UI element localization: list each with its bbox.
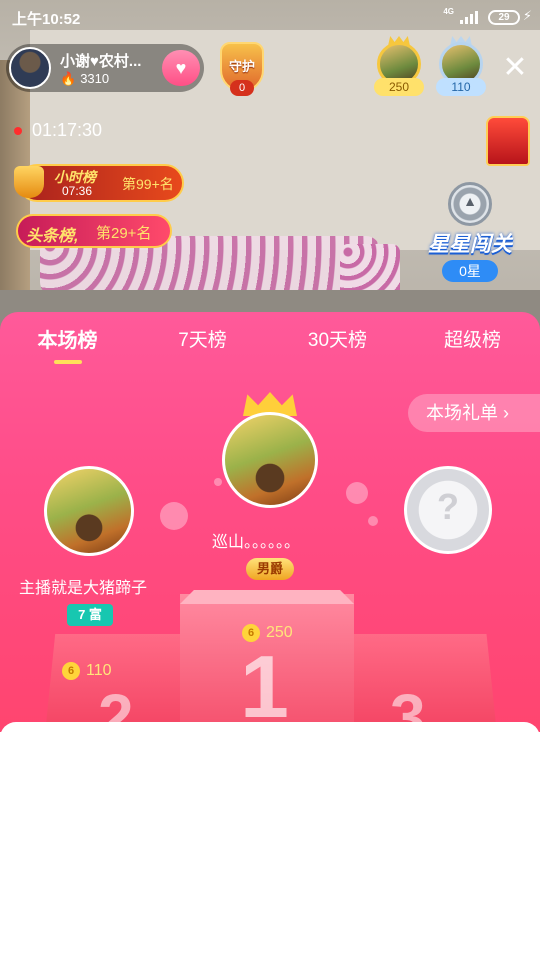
close-icon: ✕ <box>502 51 528 84</box>
viewer-contribution: 110 <box>436 78 486 96</box>
tab-this-session[interactable]: 本场榜 <box>0 328 135 368</box>
coin-icon: 6 <box>242 624 260 642</box>
headline-rank-position: 第29+名 <box>96 225 152 242</box>
network-type: 4G <box>443 7 454 16</box>
live-dot-icon <box>14 127 22 136</box>
charging-icon: ⚡ <box>522 8 532 23</box>
battery-icon: 29 <box>488 10 520 25</box>
star-badge-icon <box>448 182 492 226</box>
bubble-decoration <box>368 516 378 526</box>
follow-button[interactable]: ♥ <box>162 50 200 86</box>
close-button[interactable]: ✕ <box>500 51 530 84</box>
star-count: 0星 <box>442 260 498 282</box>
bubble-decoration <box>160 502 188 530</box>
third-place-empty-avatar[interactable]: ? <box>404 466 492 554</box>
coin-icon: 6 <box>62 662 80 680</box>
guard-count: 0 <box>230 80 254 96</box>
second-place-name: 主播就是大猪蹄子 <box>19 580 148 597</box>
podium-first-top <box>180 590 354 604</box>
tab-30-days[interactable]: 30天榜 <box>270 328 405 368</box>
top-viewer-1[interactable]: 250 <box>372 36 426 98</box>
hour-rank-countdown: 07:36 <box>62 184 93 198</box>
podium-third: 3 <box>354 634 498 732</box>
rank-tabs: 本场榜 7天榜 30天榜 超级榜 <box>0 328 540 368</box>
hour-rank-position: 第99+名 <box>122 176 174 192</box>
star-challenge-widget[interactable]: 星星闯关 0星 <box>420 182 520 290</box>
bubble-decoration <box>214 478 222 486</box>
anchor-heat: 🔥 3310 <box>60 71 109 87</box>
podium-number-1: 1 <box>240 637 289 732</box>
first-place-score: 6 250 <box>242 624 293 642</box>
status-bar: 上午10:52 4G 29 ⚡ <box>0 0 540 36</box>
signal-icon <box>460 10 478 24</box>
live-timer: 01:17:30 <box>14 120 102 141</box>
bubble-decoration <box>346 482 368 504</box>
second-place-score: 6 110 <box>62 662 112 680</box>
anchor-info-card[interactable]: 小谢♥农村... 🔥 3310 ♥ <box>6 44 204 92</box>
podium-second: 2 <box>44 634 184 732</box>
tab-super[interactable]: 超级榜 <box>405 328 540 368</box>
anchor-name: 小谢♥农村... <box>60 53 142 70</box>
podium-first: 1 <box>180 594 354 732</box>
guard-badge[interactable]: 守护 0 <box>214 40 270 98</box>
second-place-avatar[interactable] <box>44 466 134 556</box>
first-place-name: 巡山。。。。。。 <box>212 534 301 551</box>
throne-icon[interactable] <box>486 116 530 166</box>
wealth-level-badge: 7 富 <box>67 604 113 626</box>
headline-rank-title: 头条榜, <box>26 228 79 245</box>
anchor-avatar[interactable] <box>9 47 51 89</box>
heat-value: 3310 <box>80 71 110 86</box>
first-place-avatar[interactable] <box>222 412 318 508</box>
noble-badge: 男爵 <box>246 558 294 580</box>
session-gift-list-button[interactable]: 本场礼单 › <box>408 394 540 432</box>
headline-rank-badge[interactable]: 头条榜, 第29+名 <box>16 214 172 248</box>
top-viewer-2[interactable]: 110 <box>434 36 488 98</box>
guard-label: 守护 <box>228 59 255 74</box>
fire-icon: 🔥 <box>60 71 77 86</box>
rank-panel: 本场榜 7天榜 30天榜 超级榜 本场礼单 › 2 3 1 巡山。。。。。。 男… <box>0 312 540 732</box>
star-challenge-title: 星星闯关 <box>428 233 512 256</box>
tab-7-days[interactable]: 7天榜 <box>135 328 270 368</box>
trophy-icon <box>14 166 44 198</box>
hour-rank-badge[interactable]: 小时榜 07:36 第99+名 <box>14 164 184 202</box>
rank-list-sheet <box>0 722 540 960</box>
status-time: 上午10:52 <box>12 11 81 28</box>
live-timer-value: 01:17:30 <box>32 120 103 140</box>
viewer-contribution: 250 <box>374 78 424 96</box>
heart-icon: ♥ <box>175 58 187 78</box>
